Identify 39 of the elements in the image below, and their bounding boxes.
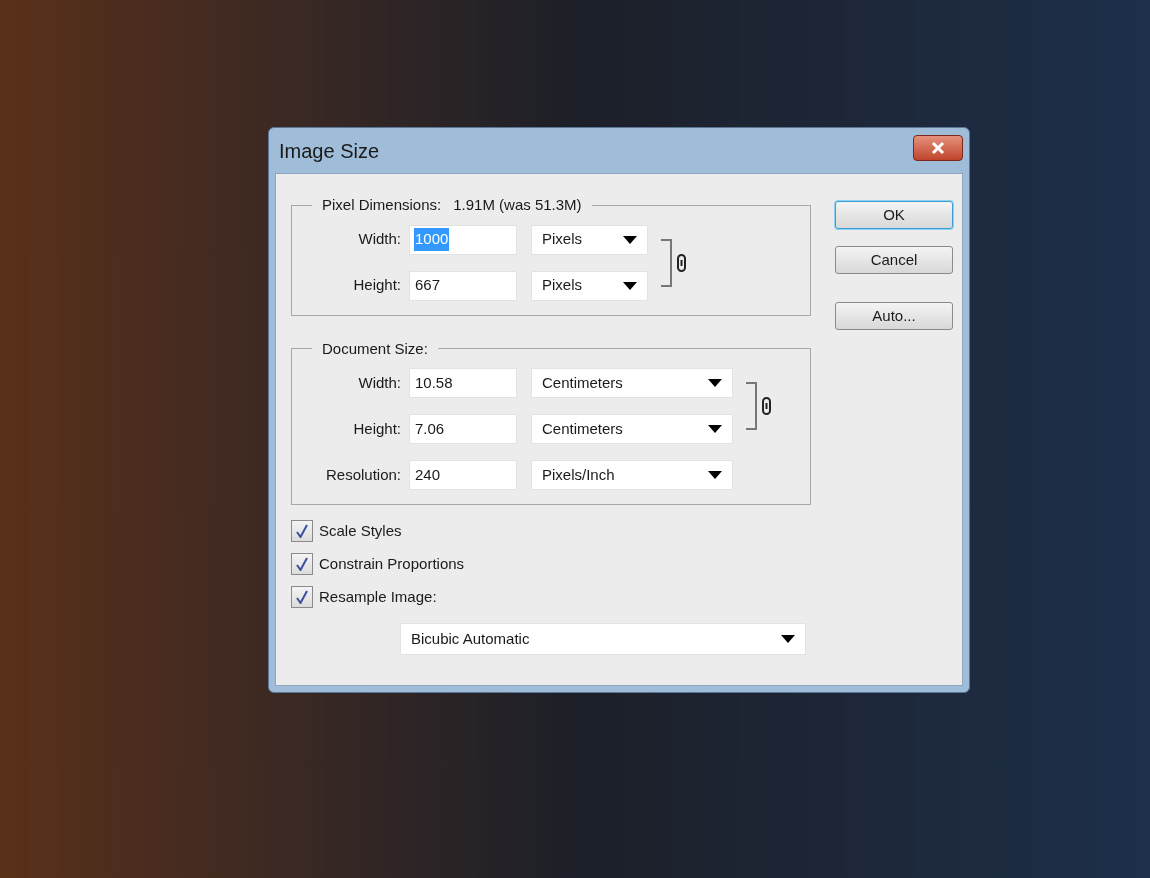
input-field[interactable]: 7.06 bbox=[409, 414, 517, 444]
caret-icon bbox=[708, 379, 722, 387]
field-label: Height: bbox=[352, 275, 402, 296]
close-icon bbox=[931, 140, 945, 155]
checkbox[interactable] bbox=[291, 553, 313, 575]
dialog-button[interactable]: Auto... bbox=[835, 302, 953, 330]
input-field[interactable]: 667 bbox=[409, 270, 517, 301]
dialog-button[interactable]: Cancel bbox=[835, 246, 953, 274]
unit-dropdown[interactable]: Pixels bbox=[531, 270, 648, 301]
group-label: Document Size: bbox=[322, 338, 428, 359]
field-label: Resolution: bbox=[324, 464, 402, 485]
field-label: Height: bbox=[352, 418, 402, 439]
checkbox[interactable] bbox=[291, 586, 313, 608]
unit-dropdown[interactable]: Pixels/Inch bbox=[531, 460, 733, 490]
field-label: Width: bbox=[357, 229, 402, 250]
close-button[interactable] bbox=[913, 134, 963, 161]
pixel-summary: 1.91M (was 51.3M) bbox=[453, 195, 582, 215]
unit-dropdown[interactable]: Centimeters bbox=[531, 368, 733, 398]
caret-icon bbox=[708, 471, 722, 479]
input-field[interactable]: 240 bbox=[409, 460, 517, 490]
input-field[interactable]: 10.58 bbox=[409, 368, 517, 398]
caret-icon bbox=[623, 281, 637, 290]
checkbox-label: Constrain Proportions bbox=[319, 553, 465, 574]
unit-dropdown[interactable]: Pixels bbox=[531, 224, 648, 255]
caret-icon bbox=[623, 235, 637, 244]
caret-icon bbox=[781, 635, 795, 643]
window-title: Image Size bbox=[279, 138, 380, 164]
checkbox-label: Resample Image: bbox=[319, 586, 437, 607]
caret-icon bbox=[708, 425, 722, 433]
checkbox[interactable] bbox=[291, 520, 313, 542]
checkmark-icon bbox=[296, 524, 308, 538]
checkbox-label: Scale Styles bbox=[319, 520, 402, 541]
unit-dropdown[interactable]: Centimeters bbox=[531, 414, 733, 444]
resample-dropdown[interactable]: Bicubic Automatic bbox=[400, 623, 806, 655]
field-label: Width: bbox=[357, 372, 402, 393]
checkmark-icon bbox=[296, 557, 308, 571]
group-label: Pixel Dimensions: bbox=[322, 195, 442, 215]
dialog-button[interactable]: OK bbox=[835, 201, 953, 229]
checkmark-icon bbox=[296, 590, 308, 604]
